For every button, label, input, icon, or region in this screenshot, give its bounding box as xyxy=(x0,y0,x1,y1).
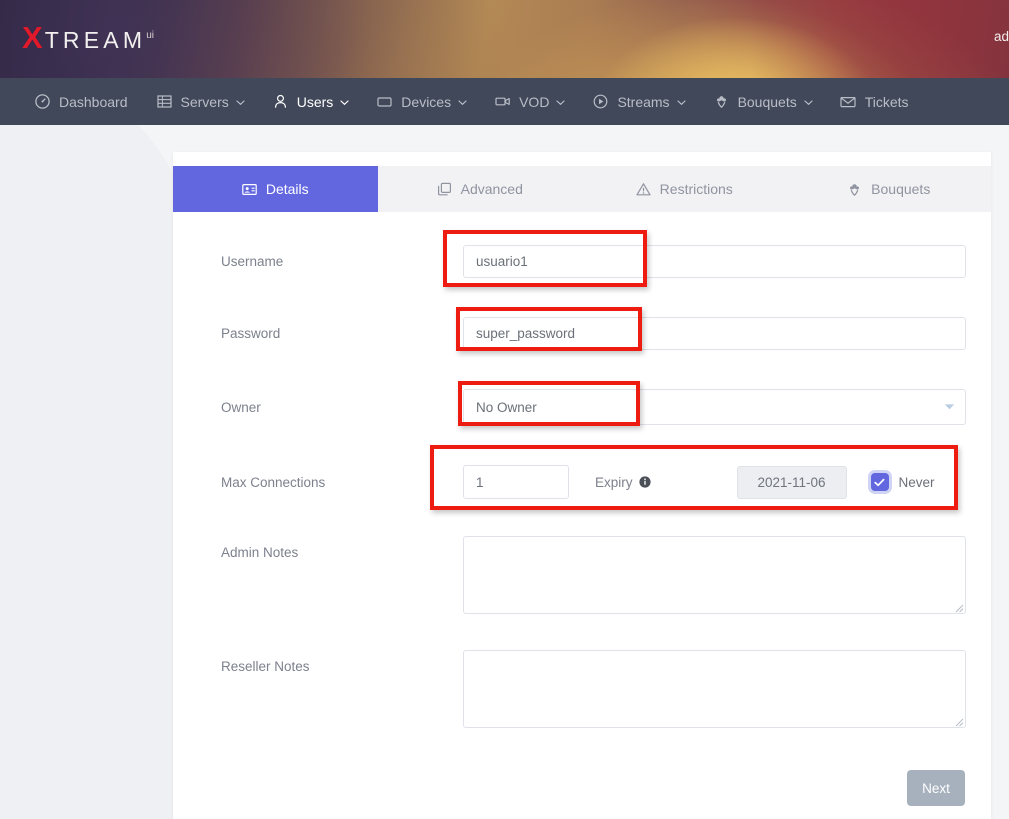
envelope-icon xyxy=(840,93,857,110)
username-input[interactable] xyxy=(463,245,966,278)
field-row-max-connections: Max Connections Expiry 2021-11-06 xyxy=(198,465,966,499)
play-circle-icon xyxy=(592,93,609,110)
nav-item-vod[interactable]: VOD xyxy=(480,78,578,125)
never-checkbox-group[interactable]: Never xyxy=(871,473,935,491)
nav-item-devices[interactable]: Devices xyxy=(362,78,480,125)
details-form: Username Password Owner No Owner xyxy=(173,245,991,806)
admin-notes-textarea[interactable] xyxy=(463,536,966,614)
next-button[interactable]: Next xyxy=(907,770,965,806)
flower-icon xyxy=(847,182,862,197)
password-control xyxy=(463,317,966,350)
nav-label-devices: Devices xyxy=(401,94,451,110)
chevron-down-icon xyxy=(340,98,348,106)
field-row-admin-notes: Admin Notes xyxy=(198,536,966,614)
sliders-icon xyxy=(437,182,452,197)
tab-label-bouquets: Bouquets xyxy=(871,181,930,197)
never-label: Never xyxy=(899,475,935,490)
admin-notes-control xyxy=(463,536,966,614)
user-edit-card: Details Advanced Restrictions Bouquets xyxy=(173,152,991,819)
page-body: Details Advanced Restrictions Bouquets xyxy=(0,125,1009,819)
owner-control: No Owner xyxy=(463,389,966,425)
field-row-reseller-notes: Reseller Notes xyxy=(198,650,966,728)
nav-item-tickets[interactable]: Tickets xyxy=(826,78,923,125)
nav-label-streams: Streams xyxy=(617,94,669,110)
form-footer: Next xyxy=(198,770,966,806)
reseller-notes-control xyxy=(463,650,966,728)
gauge-icon xyxy=(34,93,51,110)
owner-selected-value: No Owner xyxy=(476,400,537,415)
id-card-icon xyxy=(242,182,257,197)
tab-advanced[interactable]: Advanced xyxy=(378,166,583,212)
owner-label: Owner xyxy=(198,400,463,415)
tab-label-details: Details xyxy=(266,181,309,197)
max-connections-label: Max Connections xyxy=(198,475,463,490)
nav-label-servers: Servers xyxy=(181,94,229,110)
nav-label-tickets: Tickets xyxy=(865,94,909,110)
max-connections-input[interactable] xyxy=(463,465,569,499)
logo-wordmark: TREAM xyxy=(45,29,147,52)
expiry-label: Expiry xyxy=(595,475,633,490)
field-row-username: Username xyxy=(198,245,966,278)
device-icon xyxy=(376,93,393,110)
info-circle-icon[interactable] xyxy=(639,476,651,488)
never-checkbox[interactable] xyxy=(871,473,889,491)
expiry-date-field[interactable]: 2021-11-06 xyxy=(737,466,847,499)
logo-superscript: ui xyxy=(146,31,154,41)
logo-x-mark: X xyxy=(22,22,43,53)
chevron-down-icon xyxy=(458,98,466,106)
video-icon xyxy=(494,93,511,110)
max-connections-control: Expiry 2021-11-06 Never xyxy=(463,465,966,499)
nav-item-bouquets[interactable]: Bouquets xyxy=(699,78,826,125)
app-header-banner: X TREAM ui ad xyxy=(0,0,1009,78)
server-icon xyxy=(156,93,173,110)
tab-restrictions[interactable]: Restrictions xyxy=(582,166,787,212)
reseller-notes-label: Reseller Notes xyxy=(198,650,463,674)
main-navigation: Dashboard Servers Users Devices xyxy=(0,78,1009,125)
chevron-down-icon xyxy=(677,98,685,106)
nav-label-users: Users xyxy=(297,94,334,110)
nav-label-vod: VOD xyxy=(519,94,549,110)
expiry-label-group: Expiry xyxy=(595,475,651,490)
tab-details[interactable]: Details xyxy=(173,166,378,212)
nav-item-dashboard[interactable]: Dashboard xyxy=(20,78,142,125)
nav-item-users[interactable]: Users xyxy=(258,78,363,125)
flower-icon xyxy=(713,93,730,110)
password-label: Password xyxy=(198,326,463,341)
password-input[interactable] xyxy=(463,317,966,350)
chevron-down-icon[interactable] xyxy=(944,403,955,411)
chevron-down-icon xyxy=(804,98,812,106)
tab-label-restrictions: Restrictions xyxy=(660,181,733,197)
owner-select[interactable]: No Owner xyxy=(463,389,966,425)
field-row-owner: Owner No Owner xyxy=(198,389,966,425)
chevron-down-icon xyxy=(556,98,564,106)
nav-item-servers[interactable]: Servers xyxy=(142,78,258,125)
chevron-down-icon xyxy=(236,98,244,106)
nav-label-bouquets: Bouquets xyxy=(738,94,797,110)
tab-bouquets[interactable]: Bouquets xyxy=(787,166,992,212)
tab-bar: Details Advanced Restrictions Bouquets xyxy=(173,166,991,212)
nav-item-streams[interactable]: Streams xyxy=(578,78,698,125)
account-menu-label[interactable]: ad xyxy=(994,29,1009,44)
field-row-password: Password xyxy=(198,317,966,350)
nav-label-dashboard: Dashboard xyxy=(59,94,128,110)
app-logo[interactable]: X TREAM ui xyxy=(22,22,154,53)
reseller-notes-textarea[interactable] xyxy=(463,650,966,728)
username-label: Username xyxy=(198,254,463,269)
user-icon xyxy=(272,93,289,110)
admin-notes-label: Admin Notes xyxy=(198,536,463,560)
username-control xyxy=(463,245,966,278)
warning-triangle-icon xyxy=(636,182,651,197)
tab-label-advanced: Advanced xyxy=(461,181,523,197)
